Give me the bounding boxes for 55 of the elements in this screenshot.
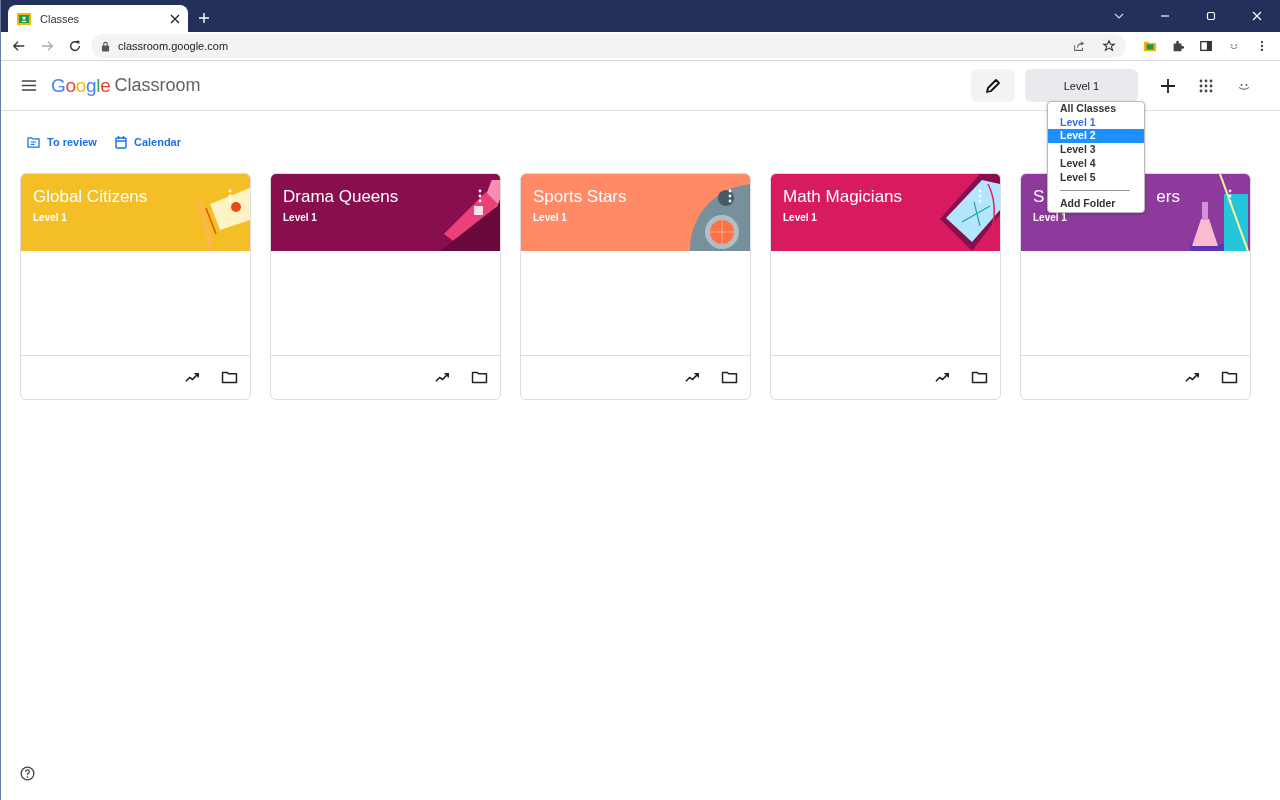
trending-up-icon[interactable] (935, 371, 952, 384)
more-vertical-icon[interactable] (728, 189, 732, 203)
side-panel-icon[interactable] (1199, 39, 1213, 53)
puzzle-icon[interactable] (1171, 39, 1185, 53)
classroom-icon (16, 10, 32, 27)
more-vertical-icon[interactable] (1228, 189, 1232, 203)
class-section: Level 1 (783, 212, 817, 223)
nav-link[interactable]: Calendar (114, 135, 181, 149)
folder-icon[interactable] (1221, 371, 1238, 384)
share-icon[interactable] (1072, 39, 1086, 53)
folder-icon[interactable] (721, 371, 738, 384)
class-title[interactable]: Math Magicians (783, 187, 988, 207)
browser-tab[interactable]: Classes (8, 5, 188, 32)
back-arrow-icon[interactable] (12, 39, 26, 53)
more-vertical-icon[interactable] (478, 189, 482, 203)
folder-icon[interactable] (471, 371, 488, 384)
apps-grid-icon[interactable] (1198, 77, 1214, 94)
lock-icon (101, 40, 110, 52)
tab-title: Classes (40, 12, 81, 25)
folder-icon[interactable] (971, 371, 988, 384)
reload-icon[interactable] (68, 39, 82, 53)
menu-item[interactable]: Add Folder (1048, 197, 1144, 211)
trending-up-icon[interactable] (685, 371, 702, 384)
edit-button[interactable] (971, 69, 1015, 102)
class-card[interactable]: Drama Queens Level 1 (270, 173, 501, 400)
class-section: Level 1 (533, 212, 567, 223)
menu-item[interactable]: Level 3 (1048, 143, 1144, 157)
url-text: classroom.google.com (118, 40, 229, 52)
class-section: Level 1 (33, 212, 67, 223)
nav-link[interactable]: To review (27, 135, 97, 149)
help-icon[interactable] (20, 766, 35, 781)
google-logo[interactable]: Google (51, 74, 111, 97)
address-field[interactable]: classroom.google.com (91, 34, 1126, 58)
class-section: Level 1 (1033, 212, 1067, 223)
star-icon[interactable] (1102, 39, 1116, 53)
trending-up-icon[interactable] (185, 371, 202, 384)
menu-item[interactable]: Level 1 (1048, 115, 1144, 130)
class-title[interactable]: Drama Queens (283, 187, 488, 207)
plus-icon[interactable] (1160, 77, 1176, 94)
menu-item[interactable]: All Classes (1048, 102, 1144, 116)
close-icon[interactable] (170, 13, 180, 24)
maximize-icon[interactable] (1205, 10, 1217, 22)
folder-icon[interactable] (221, 371, 238, 384)
menu-item[interactable]: Level 5 (1048, 170, 1144, 185)
menu-item[interactable]: Level 4 (1048, 156, 1144, 171)
trending-up-icon[interactable] (1185, 371, 1202, 384)
folder-dropdown[interactable]: Level 1 (1025, 69, 1138, 102)
class-section: Level 1 (283, 212, 317, 223)
review-folder-icon (27, 136, 40, 148)
class-card[interactable]: Math Magicians Level 1 (770, 173, 1001, 400)
calendar-icon (114, 135, 127, 149)
product-name[interactable]: Classroom (114, 75, 201, 96)
trending-up-icon[interactable] (435, 371, 452, 384)
pencil-icon (984, 76, 1002, 95)
menu-icon[interactable] (21, 79, 37, 92)
